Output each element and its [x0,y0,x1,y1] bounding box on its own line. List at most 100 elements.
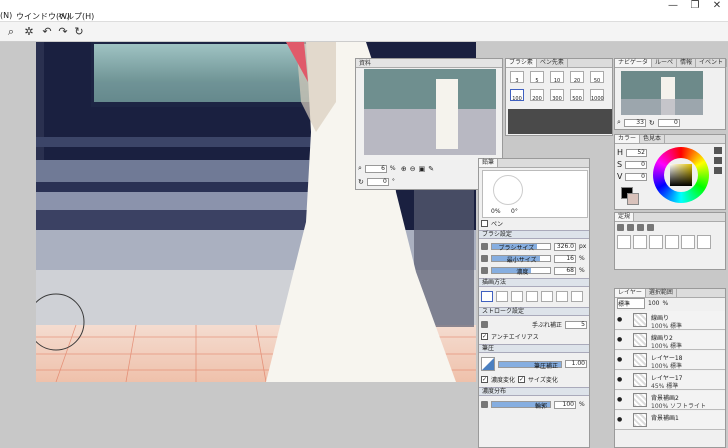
zoom-icon[interactable]: ⌕ [4,25,18,39]
color-mode-icon[interactable] [714,147,722,154]
layer-item[interactable]: ● 背景補画2 100% ソフトライト [615,391,725,410]
section-drawing-method[interactable]: 描画方法 [479,278,589,287]
visibility-eye-icon[interactable]: ● [617,377,623,383]
section-brush-settings[interactable]: ブラシ設定 [479,230,589,239]
ruler-preset[interactable] [697,235,711,249]
brush-size-50[interactable]: 50 [590,71,604,84]
brush-size-300[interactable]: 300 [550,89,564,102]
undo-icon[interactable]: ↶ [40,25,54,39]
ruler-icon[interactable] [617,224,624,231]
ruler-preset[interactable] [681,235,695,249]
menu-item-help[interactable]: ヘルプ(H) [58,11,94,22]
pressure-value[interactable]: 1.00 [565,360,587,368]
antialias-checkbox[interactable]: ✓ [481,333,488,340]
color-wheel[interactable] [653,147,709,203]
section-pressure[interactable]: 筆圧 [479,344,589,353]
value-value[interactable]: 0 [625,172,647,181]
density-slider[interactable]: 濃度 [491,267,551,276]
curve-icon[interactable] [526,291,538,302]
tool-lock-checkbox[interactable] [481,220,488,227]
redo-all-icon[interactable]: ↻ [72,25,86,39]
brush-size-value[interactable]: 326.0 [554,242,576,251]
ruler-icon[interactable] [647,224,654,231]
pressure-slider[interactable]: 筆圧補正 [498,360,562,370]
min-size-slider[interactable]: 最小サイズ [491,255,551,264]
distribution-value[interactable]: 100 [554,400,576,409]
zoom-in-icon[interactable]: ⊕ [401,165,407,173]
navigator-preview[interactable] [621,71,703,115]
maximize-button[interactable]: ❐ [684,0,706,14]
layer-item[interactable]: ● 線画り 100% 標準 [615,311,725,330]
ruler-icon[interactable] [627,224,634,231]
navigator-zoom-value[interactable]: 33 [623,118,646,127]
redo-icon[interactable]: ↷ [56,25,70,39]
size-change-checkbox[interactable]: ✓ [518,376,526,383]
navigator-angle-value[interactable]: 0 [657,118,680,127]
fit-icon[interactable]: ▣ [419,165,426,173]
polygon-icon[interactable] [571,291,583,302]
saturation-value[interactable]: 0 [625,160,647,169]
tab-swatches[interactable]: 色見本 [640,135,666,143]
visibility-eye-icon[interactable]: ● [617,397,623,403]
section-stroke-settings[interactable]: ストローク設定 [479,307,589,316]
visibility-eye-icon[interactable]: ● [617,357,623,363]
minimize-button[interactable]: — [662,0,684,14]
section-density-distribution[interactable]: 濃度分布 [479,387,589,396]
close-button[interactable]: ✕ [706,0,728,14]
tab-ruler[interactable]: 定規 [615,213,635,221]
brush-size-10[interactable]: 10 [550,71,564,84]
tab-brush[interactable]: ブラシ素 [506,59,537,67]
brush-size-5[interactable]: 5 [530,71,544,84]
zoom-icon[interactable]: ⌕ [617,118,621,127]
reference-angle-value[interactable]: 0 [366,177,389,186]
ruler-preset[interactable] [617,235,631,249]
density-value[interactable]: 68 [554,266,576,275]
rotate-icon[interactable]: ↻ [358,178,364,186]
saturation-value-square[interactable] [670,164,692,186]
layer-item[interactable]: ● レイヤー17 45% 標準 [615,371,725,390]
brush-size-200[interactable]: 200 [530,89,544,102]
brush-size-500[interactable]: 500 [570,89,584,102]
layer-item[interactable]: ● レイヤー18 100% 標準 [615,351,725,370]
tab-color[interactable]: カラー [615,135,641,143]
visibility-eye-icon[interactable]: ● [617,317,623,323]
zoom-out-icon[interactable]: ⊖ [410,165,416,173]
eyedropper-icon[interactable]: ✎ [428,165,434,173]
tab-pen-tip[interactable]: ペン先素 [537,59,568,67]
tab-layers[interactable]: レイヤー [615,289,646,297]
ruler-icon[interactable] [637,224,644,231]
settings-icon[interactable]: ✲ [22,25,36,39]
blend-mode-select[interactable]: 標準 [617,298,645,309]
pressure-curve-icon[interactable] [481,357,495,371]
menu-item-n[interactable]: (N) [0,11,12,20]
layer-item[interactable]: ● 背景補画1 [615,411,725,430]
polyline-icon[interactable] [511,291,523,302]
brush-size-1000[interactable]: 1000 [590,89,604,102]
ellipse-icon[interactable] [556,291,568,302]
background-color-swatch[interactable] [627,193,639,205]
layer-item[interactable]: ● 線画り2 100% 標準 [615,331,725,350]
tab-loupe[interactable]: ルーペ [652,59,678,67]
min-size-value[interactable]: 16 [554,254,576,263]
density-change-checkbox[interactable]: ✓ [481,376,488,383]
visibility-eye-icon[interactable]: ● [617,337,623,343]
zoom-icon[interactable]: ⌕ [358,164,362,173]
brush-size-100[interactable]: 100 [510,89,524,102]
rectangle-icon[interactable] [541,291,553,302]
straight-line-icon[interactable] [496,291,508,302]
brush-size-20[interactable]: 20 [570,71,584,84]
stabilizer-value[interactable]: 5 [565,320,587,329]
brush-size-3[interactable]: 3 [510,71,524,84]
distribution-slider[interactable]: 輪郭 [491,401,551,410]
color-mode-icon[interactable] [714,167,722,174]
ruler-preset[interactable] [649,235,663,249]
ruler-preset[interactable] [665,235,679,249]
tab-event[interactable]: イベント [696,59,728,67]
tab-pencil[interactable]: 鉛筆 [479,159,499,167]
brush-size-slider[interactable]: ブラシサイズ [491,243,551,252]
reference-zoom-value[interactable]: 6 [364,164,387,173]
rotate-icon[interactable]: ↻ [649,119,655,127]
tab-selection[interactable]: 選択範囲 [646,289,677,297]
tab-info[interactable]: 情報 [677,59,697,67]
visibility-eye-icon[interactable]: ● [617,417,623,423]
